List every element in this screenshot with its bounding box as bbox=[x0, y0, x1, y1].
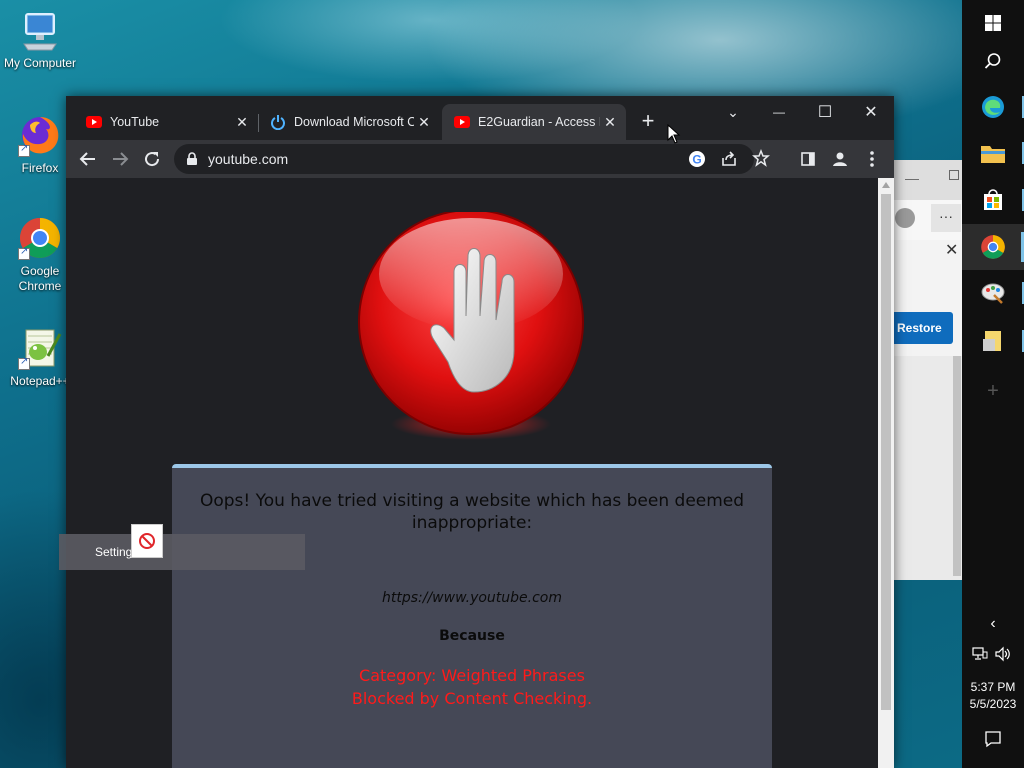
minimize-icon[interactable]: — bbox=[905, 170, 919, 186]
computer-icon bbox=[18, 8, 62, 52]
minimize-button[interactable]: — bbox=[756, 96, 802, 128]
tab-title: E2Guardian - Access Denied bbox=[478, 115, 600, 129]
firefox-icon bbox=[18, 113, 62, 157]
blocked-url: https://www.youtube.com bbox=[381, 590, 563, 606]
chevron-left-icon[interactable]: ‹ bbox=[962, 606, 1024, 642]
clock-time[interactable]: 5:37 PM bbox=[962, 680, 1024, 694]
side-panel-icon[interactable] bbox=[794, 145, 822, 173]
desktop-icon-label: Firefox bbox=[21, 161, 59, 175]
menu-icon[interactable] bbox=[858, 145, 886, 173]
address-url: youtube.com bbox=[208, 151, 289, 167]
mouse-cursor-icon bbox=[667, 123, 681, 144]
tab-close-icon[interactable]: ✕ bbox=[600, 114, 620, 131]
scrollbar-thumb[interactable] bbox=[881, 194, 891, 710]
reload-icon[interactable] bbox=[138, 145, 166, 173]
lock-icon[interactable] bbox=[186, 152, 200, 166]
youtube-icon bbox=[86, 116, 102, 128]
page-scrollbar[interactable] bbox=[878, 178, 894, 768]
share-icon[interactable] bbox=[720, 150, 738, 168]
svg-text:G: G bbox=[692, 153, 701, 167]
edge-icon bbox=[982, 96, 1004, 118]
background-window-titlebar: — bbox=[893, 160, 962, 200]
shortcut-arrow-icon bbox=[18, 246, 30, 260]
tab-close-icon[interactable]: ✕ bbox=[414, 114, 434, 131]
tab-strip: YouTube ✕ Download Microsoft Office ✕ E2… bbox=[66, 96, 894, 140]
address-bar[interactable]: youtube.com G bbox=[174, 144, 770, 174]
back-icon[interactable] bbox=[74, 145, 102, 173]
desktop-icon-label: My Computer bbox=[3, 56, 77, 70]
taskbar: + ‹ 5:37 PM 5/5/2023 bbox=[962, 0, 1024, 768]
avatar[interactable] bbox=[895, 208, 915, 228]
folder-icon bbox=[981, 146, 1005, 163]
block-reason: Blocked by Content Checking. bbox=[351, 689, 593, 708]
background-browser-window: — ··· ✕ Restore bbox=[893, 160, 962, 580]
forward-icon[interactable] bbox=[106, 145, 134, 173]
star-icon[interactable] bbox=[752, 148, 770, 167]
stop-hand-icon bbox=[356, 209, 586, 442]
youtube-icon bbox=[454, 116, 470, 128]
browser-toolbar: youtube.com G bbox=[66, 140, 894, 178]
search-icon bbox=[984, 53, 1001, 69]
tab-search-button[interactable]: ⌄ bbox=[710, 96, 756, 128]
chrome-icon bbox=[18, 216, 62, 260]
add-icon: + bbox=[987, 379, 999, 402]
power-icon bbox=[270, 114, 286, 131]
scroll-up-arrow-icon[interactable] bbox=[882, 182, 890, 188]
close-icon[interactable]: ✕ bbox=[945, 240, 958, 260]
background-window-content bbox=[893, 356, 962, 580]
background-window-toolbar: ··· bbox=[893, 200, 962, 240]
background-scrollbar[interactable] bbox=[953, 356, 961, 576]
store-icon bbox=[984, 189, 1002, 210]
shortcut-arrow-icon bbox=[18, 143, 30, 157]
desktop-icon-label: Notepad++ bbox=[10, 374, 70, 388]
volume-icon[interactable] bbox=[994, 646, 1012, 662]
access-denied-message: Oops! You have tried visiting a website … bbox=[172, 464, 772, 768]
notification-banner: ✕ bbox=[893, 240, 962, 270]
tab-close-icon[interactable]: ✕ bbox=[232, 114, 252, 131]
more-options-button[interactable]: ··· bbox=[931, 204, 961, 232]
maximize-icon[interactable] bbox=[949, 170, 959, 180]
tab-divider bbox=[258, 114, 259, 132]
desktop-icon-my-computer[interactable]: My Computer bbox=[0, 8, 80, 70]
notepadpp-icon bbox=[18, 326, 62, 370]
paint-icon bbox=[981, 283, 1005, 304]
settings-flyout[interactable]: Settings bbox=[59, 524, 305, 570]
taskbar-edge[interactable] bbox=[962, 84, 1024, 130]
restore-button[interactable]: Restore bbox=[893, 312, 953, 344]
blocked-icon bbox=[131, 524, 163, 558]
taskbar-notepad[interactable] bbox=[962, 318, 1024, 364]
tab-title: Download Microsoft Office bbox=[294, 115, 414, 129]
chrome-browser-window: YouTube ✕ Download Microsoft Office ✕ E2… bbox=[66, 96, 894, 768]
google-icon[interactable]: G bbox=[688, 150, 706, 168]
notification-icon[interactable] bbox=[984, 730, 1002, 748]
page-title: Oops! You have tried visiting a website … bbox=[199, 491, 745, 533]
desktop-icon-label: Google Chrome bbox=[18, 264, 62, 293]
search-button[interactable] bbox=[962, 38, 1024, 84]
tab-download-microsoft-office[interactable]: Download Microsoft Office ✕ bbox=[260, 104, 440, 140]
maximize-button[interactable]: ☐ bbox=[802, 96, 848, 128]
windows-icon bbox=[985, 15, 1001, 31]
tab-youtube[interactable]: YouTube ✕ bbox=[74, 104, 258, 140]
taskbar-paint[interactable] bbox=[962, 270, 1024, 316]
tab-e2guardian-access-denied[interactable]: E2Guardian - Access Denied ✕ bbox=[442, 104, 626, 140]
page-content: Oops! You have tried visiting a website … bbox=[66, 178, 878, 768]
because-label: Because bbox=[439, 628, 505, 644]
shortcut-arrow-icon bbox=[18, 356, 30, 370]
tab-title: YouTube bbox=[110, 115, 160, 129]
network-icon[interactable] bbox=[972, 646, 988, 662]
taskbar-chrome[interactable] bbox=[962, 224, 1024, 270]
block-category: Category: Weighted Phrases bbox=[359, 666, 585, 685]
taskbar-store[interactable] bbox=[962, 177, 1024, 223]
close-window-button[interactable]: ✕ bbox=[848, 96, 894, 128]
chrome-icon bbox=[981, 235, 1005, 259]
notes-icon bbox=[983, 331, 1001, 351]
new-tab-button[interactable]: + bbox=[636, 110, 660, 134]
profile-icon[interactable] bbox=[826, 145, 854, 173]
clock-date[interactable]: 5/5/2023 bbox=[962, 697, 1024, 711]
taskbar-file-explorer[interactable] bbox=[962, 130, 1024, 176]
